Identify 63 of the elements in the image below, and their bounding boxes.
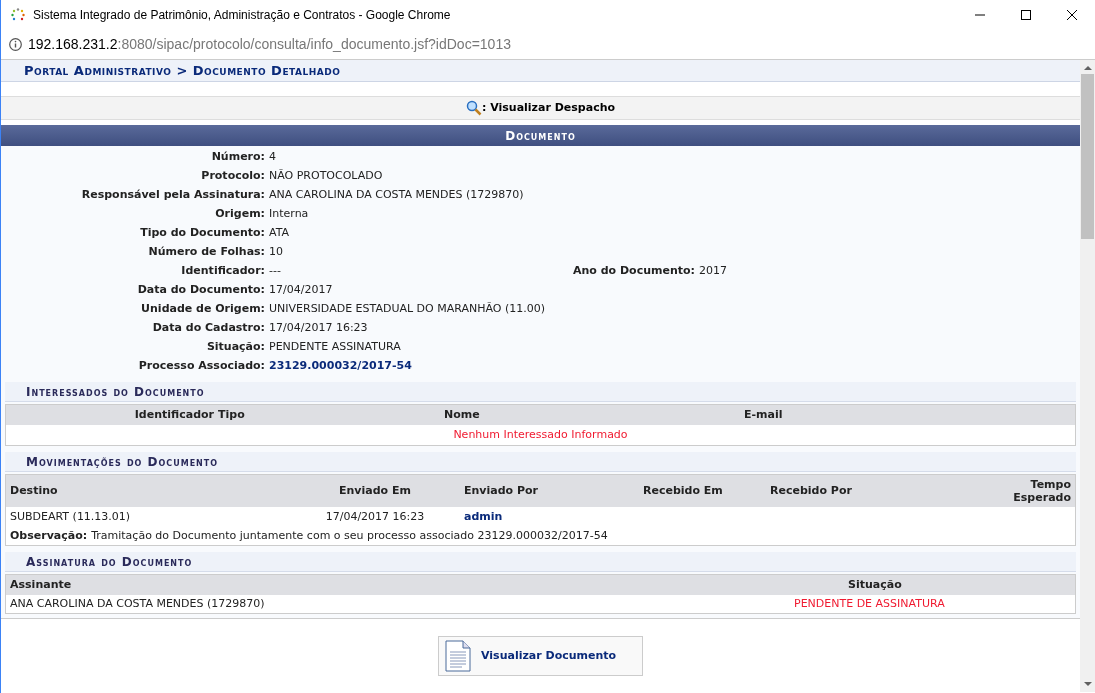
field-label: Unidade de Origem:	[140, 301, 266, 318]
breadcrumb: Portal Administrativo > Documento Detalhado	[24, 61, 341, 80]
field-label: Identificador:	[180, 263, 266, 280]
column-header: E-mail	[744, 406, 783, 423]
field-value: 2017	[699, 263, 727, 280]
table-cell-text: ANA CAROLINA DA COSTA MENDES (1729870)	[10, 595, 266, 612]
column-header: Situação	[848, 576, 902, 593]
column-header: Enviado Em	[338, 482, 412, 499]
field-label: Responsável pela Assinatura:	[80, 187, 266, 204]
field-label: Processo Associado:	[137, 358, 266, 375]
document-icon	[445, 640, 471, 672]
process-link[interactable]: 23129.000032/2017-54	[269, 358, 412, 375]
table-cell-text: SUBDEART (11.13.01)	[10, 508, 132, 525]
column-header: Assinante	[10, 576, 73, 593]
info-icon	[9, 38, 22, 51]
column-header: Nome	[444, 406, 481, 423]
column-header: Enviado Por	[463, 482, 539, 499]
field-value: PENDENTE ASSINATURA	[269, 339, 401, 356]
empty-message: Nenhum Interessado Informado	[453, 426, 628, 443]
field-label: Tipo do Documento:	[139, 225, 266, 242]
field-value: Tramitação do Documento juntamente com o seu processo associado 23129.000032/2017-54	[91, 527, 608, 544]
section-title: Assinatura do Documento	[26, 553, 193, 571]
field-label: Número:	[210, 149, 266, 166]
field-value: NÃO PROTOCOLADO	[269, 168, 383, 185]
field-label: Protocolo:	[200, 168, 266, 185]
section-title: Interessados do Documento	[26, 383, 205, 401]
app-logo-icon	[11, 8, 25, 22]
column-header: Tempo Esperado	[1012, 478, 1071, 504]
view-dispatch-link[interactable]: : Visualizar Despacho	[465, 99, 616, 117]
maximize-icon	[1021, 10, 1031, 20]
field-label: Origem:	[214, 206, 266, 223]
column-header: Recebido Em	[643, 482, 724, 499]
field-label: Situação:	[205, 339, 266, 356]
table-cell-text: 17/04/2017 16:23	[324, 508, 426, 525]
field-label: Data do Documento:	[136, 282, 266, 299]
field-value: Interna	[269, 206, 309, 223]
column-header: Recebido Por	[770, 482, 853, 499]
section-title: Documento	[505, 127, 576, 145]
field-value: ANA CAROLINA DA COSTA MENDES (1729870)	[269, 187, 524, 204]
field-value: 4	[269, 149, 276, 166]
column-header: Tipo	[217, 406, 246, 423]
field-label: Número de Folhas:	[147, 244, 266, 261]
field-value: ---	[269, 263, 282, 280]
close-icon	[1067, 10, 1077, 20]
url-text: 192.168.231.2:8080/sipac/protocolo/consulta/info_documento.jsf?idDoc=1013	[28, 35, 511, 54]
column-header: Destino	[10, 482, 59, 499]
field-value: ATA	[269, 225, 290, 242]
field-label: Ano do Documento:	[572, 263, 696, 280]
window-title: Sistema Integrado de Patrimônio, Administração e Contratos - Google Chrome	[33, 7, 451, 24]
field-value: 10	[269, 244, 283, 261]
field-value: 17/04/2017 16:23	[269, 320, 368, 337]
section-title: Movimentações do Documento	[26, 453, 219, 471]
field-label: Observação:	[10, 527, 88, 544]
column-header: Identificador	[133, 406, 214, 423]
field-label: Data do Cadastro:	[151, 320, 266, 337]
status-text: PENDENTE DE ASSINATURA	[794, 595, 945, 612]
field-value: UNIVERSIDADE ESTADUAL DO MARANHÃO (11.00)	[269, 301, 545, 318]
magnifier-icon	[465, 100, 482, 116]
scroll-thumb[interactable]	[1081, 74, 1094, 239]
scrollbar[interactable]	[1080, 60, 1095, 692]
user-link[interactable]: admin	[464, 509, 503, 523]
field-value: 17/04/2017	[269, 282, 333, 299]
view-document-button[interactable]: Visualizar Documento	[438, 636, 643, 676]
